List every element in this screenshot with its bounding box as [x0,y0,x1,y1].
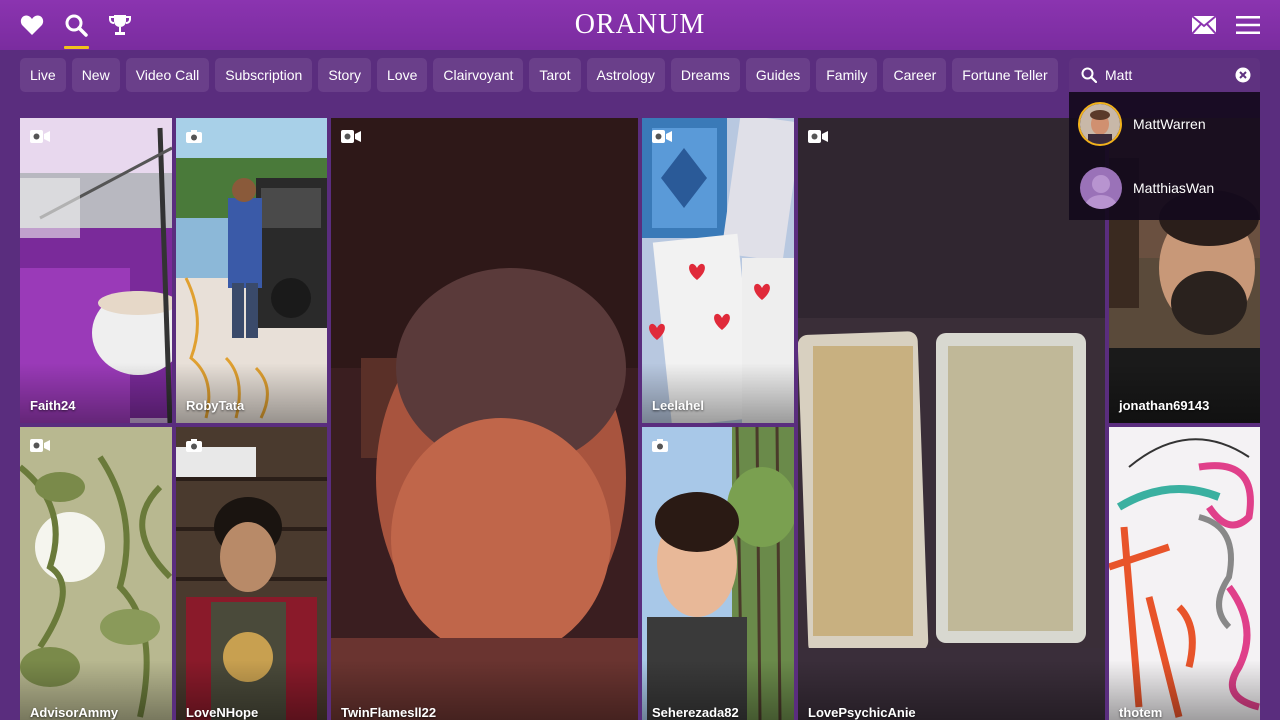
performer-tile[interactable]: Seherezada82 [642,427,794,720]
search-input[interactable] [1105,65,1225,85]
tile-thumbnail [331,118,638,720]
mail-icon[interactable] [1192,13,1216,37]
performer-tile[interactable]: TwinFlamesll22 [331,118,638,720]
clear-search-icon[interactable] [1235,67,1251,88]
performer-name: jonathan69143 [1119,398,1210,413]
avatar-placeholder [1080,167,1122,209]
video-camera-icon [808,130,828,148]
video-camera-icon [30,130,50,148]
tile-thumbnail [798,118,1105,720]
search-results-dropdown: MattWarren MatthiasWan [1069,92,1260,220]
performer-tile[interactable]: LoveNHope [176,427,327,720]
filter-chip-clairvoyant[interactable]: Clairvoyant [433,58,524,92]
performer-name: thotem [1119,705,1163,720]
video-camera-icon [341,130,361,148]
filter-chip-story[interactable]: Story [318,58,371,92]
filter-chip-guides[interactable]: Guides [745,58,811,92]
oranum-logo[interactable]: Oranum [0,9,1280,41]
performer-tile[interactable]: Leelahel [642,118,794,423]
search-result-name: MatthiasWan [1133,180,1215,196]
category-filter-bar: Live New Video Call Subscription Story L… [20,58,1062,92]
performer-name: Seherezada82 [652,705,739,720]
performer-name: LovePsychicAnie [808,705,916,720]
video-camera-icon [652,130,672,148]
photo-camera-icon [652,439,668,457]
performer-name: AdvisorAmmy [30,705,119,720]
performer-name: LoveNHope [186,705,259,720]
filter-chip-tarot[interactable]: Tarot [529,58,581,92]
search-result-item[interactable]: MattWarren [1069,92,1260,156]
filter-chip-dreams[interactable]: Dreams [670,58,740,92]
filter-chip-career[interactable]: Career [883,58,947,92]
performer-name: TwinFlamesll22 [341,705,437,720]
search-icon [1081,67,1098,88]
performer-tile[interactable]: RobyTata [176,118,327,423]
filter-chip-video-call[interactable]: Video Call [125,58,210,92]
avatar [1078,102,1122,146]
search-result-item[interactable]: MatthiasWan [1069,156,1260,220]
top-bar: Oranum [0,0,1280,50]
photo-camera-icon [186,439,202,457]
photo-camera-icon [186,130,202,148]
menu-icon[interactable] [1236,13,1260,37]
active-nav-indicator [64,46,89,49]
filter-chip-love[interactable]: Love [377,58,428,92]
performer-tile[interactable]: AdvisorAmmy [20,427,172,720]
filter-chip-live[interactable]: Live [20,58,66,92]
video-camera-icon [30,439,50,457]
performer-name: Leelahel [652,398,705,413]
performer-tile[interactable]: Faith24 [20,118,172,423]
performer-tile[interactable]: thotem [1109,427,1260,720]
filter-chip-new[interactable]: New [71,58,120,92]
filter-chip-astrology[interactable]: Astrology [586,58,665,92]
performer-name: Faith24 [30,398,76,413]
performer-name: RobyTata [186,398,245,413]
filter-chip-family[interactable]: Family [816,58,878,92]
search-box [1069,58,1260,92]
search-result-name: MattWarren [1133,116,1206,132]
performer-tile[interactable]: LovePsychicAnie [798,118,1105,720]
filter-chip-subscription[interactable]: Subscription [215,58,313,92]
filter-chip-fortune-teller[interactable]: Fortune Teller [952,58,1058,92]
